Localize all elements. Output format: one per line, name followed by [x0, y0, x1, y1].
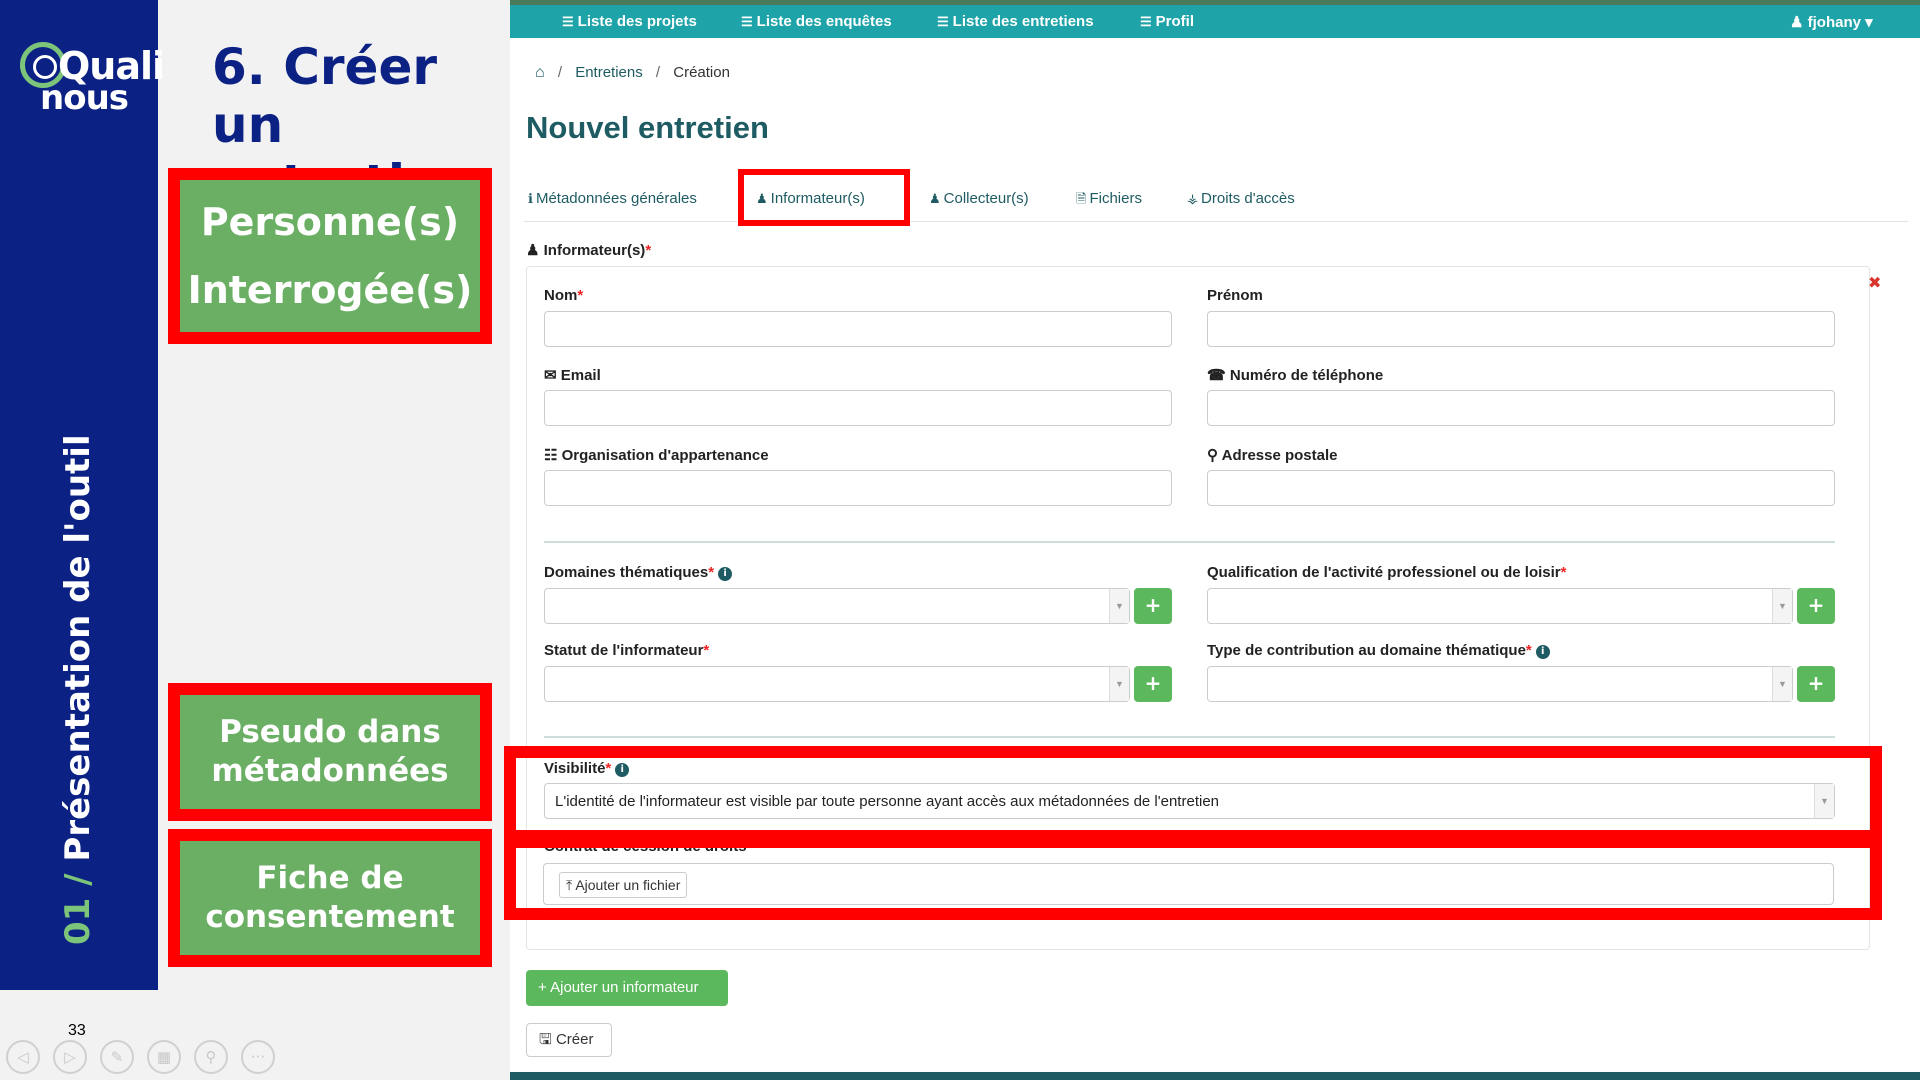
nav-interviews[interactable]: ☰ Liste des entretiens: [937, 13, 1094, 30]
domaines-select[interactable]: ▼: [544, 588, 1130, 624]
highlight-visibility-box: [504, 746, 1882, 842]
plus-icon: +: [538, 979, 551, 996]
dropdown-arrow-icon: ▼: [1772, 589, 1792, 623]
save-icon: 🖫: [539, 1031, 556, 1048]
breadcrumb-entretiens[interactable]: Entretiens: [575, 64, 643, 81]
callout-consent-text: Fiche de consentement: [180, 841, 480, 955]
prenom-input[interactable]: [1207, 311, 1835, 347]
statut-select[interactable]: ▼: [544, 666, 1130, 702]
label-email: ✉ Email: [544, 367, 601, 384]
label-organisation: ☷ Organisation d'appartenance: [544, 447, 769, 464]
slide-page-number: 33: [68, 1022, 86, 1039]
label-domaines: Domaines thématiques* i: [544, 564, 733, 581]
list-icon: ☰: [562, 14, 574, 29]
tab-files[interactable]: 🗎 Fichiers: [1076, 190, 1142, 212]
info-circle-icon[interactable]: i: [718, 567, 733, 581]
nav-projects[interactable]: ☰ Liste des projets: [562, 13, 697, 30]
dropdown-arrow-icon: ▼: [1772, 667, 1792, 701]
section-title: Présentation de l'outil: [58, 434, 98, 862]
label-nom: Nom*: [544, 287, 584, 304]
dropdown-arrow-icon: ▼: [1109, 589, 1129, 623]
add-statut-button[interactable]: +: [1134, 666, 1172, 702]
users-icon: ♟: [929, 191, 941, 206]
home-icon[interactable]: ⌂: [535, 64, 545, 81]
lock-icon: ⚶: [1187, 191, 1199, 206]
form-divider: [544, 541, 1835, 543]
next-icon[interactable]: ▷: [53, 1040, 87, 1074]
add-domaine-button[interactable]: +: [1134, 588, 1172, 624]
caret-down-icon: ▾: [1860, 14, 1873, 31]
phone-icon: ☎: [1207, 367, 1230, 384]
qualinous-logo: Quali nous: [18, 38, 165, 118]
section-vertical-title: 01 / Présentation de l'outil: [58, 434, 98, 945]
label-statut: Statut de l'informateur*: [544, 642, 710, 659]
close-icon[interactable]: ✖: [1868, 273, 1881, 292]
dropdown-arrow-icon: ▼: [1109, 667, 1129, 701]
users-icon: ♟: [526, 242, 544, 259]
create-button[interactable]: 🖫 Créer: [526, 1023, 612, 1057]
add-informer-button[interactable]: + Ajouter un informateur: [526, 970, 728, 1006]
file-icon: 🗎: [1076, 191, 1087, 206]
add-contribution-button[interactable]: +: [1797, 666, 1835, 702]
nav-surveys[interactable]: ☰ Liste des enquêtes: [741, 13, 892, 30]
organisation-input[interactable]: [544, 470, 1172, 506]
label-adresse: ⚲ Adresse postale: [1207, 447, 1338, 464]
list-icon: ☰: [937, 14, 949, 29]
callout-persons: Personne(s) Interrogée(s): [168, 168, 492, 344]
highlight-tab-box: [738, 169, 910, 226]
list-icon: ☰: [741, 14, 753, 29]
user-menu[interactable]: ♟ fjohany ▾: [1790, 13, 1873, 31]
callout-pseudo-text: Pseudo dans métadonnées: [180, 695, 480, 809]
tab-collectors[interactable]: ♟ Collecteur(s): [929, 190, 1029, 207]
nom-input[interactable]: [544, 311, 1172, 347]
envelope-icon: ✉: [544, 367, 561, 384]
email-input[interactable]: [544, 390, 1172, 426]
label-telephone: ☎ Numéro de téléphone: [1207, 367, 1384, 384]
presentation-slide: Quali nous 01 / Présentation de l'outil …: [0, 0, 1920, 1080]
info-icon: ℹ: [528, 191, 533, 206]
logo-text-bottom: nous: [40, 78, 129, 118]
tab-bar: ℹ Métadonnées générales ♟ Informateur(s) ♟…: [524, 184, 1908, 222]
tab-general-metadata[interactable]: ℹ Métadonnées générales: [528, 190, 697, 207]
zoom-icon[interactable]: ⚲: [194, 1040, 228, 1074]
breadcrumb-current: Création: [673, 64, 730, 81]
breadcrumb: ⌂ / Entretiens / Création: [535, 64, 730, 81]
more-icon[interactable]: ···: [241, 1040, 275, 1074]
label-contribution: Type de contribution au domaine thématiq…: [1207, 642, 1550, 659]
section-label: ♟ Informateur(s)*: [526, 242, 652, 259]
label-prenom: Prénom: [1207, 287, 1263, 304]
callout-persons-text: Personne(s) Interrogée(s): [180, 180, 480, 332]
adresse-input[interactable]: [1207, 470, 1835, 506]
section-number: 01 /: [58, 873, 98, 945]
form-divider: [544, 736, 1835, 738]
highlight-contract-box: [504, 836, 1882, 920]
slide-side-band: Quali nous 01 / Présentation de l'outil: [0, 0, 165, 990]
label-qualification: Qualification de l'activité professionel…: [1207, 564, 1567, 581]
list-icon: ☰: [1140, 14, 1152, 29]
bottom-strip: [510, 1072, 1920, 1080]
sitemap-icon: ☷: [544, 447, 562, 464]
callout-pseudo: Pseudo dans métadonnées: [168, 683, 492, 821]
pen-icon[interactable]: ✎: [100, 1040, 134, 1074]
top-navbar: ☰ Liste des projets ☰ Liste des enquêtes ☰…: [510, 0, 1920, 38]
contribution-select[interactable]: ▼: [1207, 666, 1793, 702]
add-qualification-button[interactable]: +: [1797, 588, 1835, 624]
nav-profile[interactable]: ☰ Profil: [1140, 13, 1194, 30]
map-marker-icon: ⚲: [1207, 447, 1222, 464]
callout-consent: Fiche de consentement: [168, 829, 492, 967]
page-title: Nouvel entretien: [526, 110, 769, 145]
slides-icon[interactable]: ▦: [147, 1040, 181, 1074]
user-icon: ♟: [1790, 14, 1808, 31]
prev-icon[interactable]: ◁: [6, 1040, 40, 1074]
info-circle-icon[interactable]: i: [1535, 645, 1550, 659]
qualification-select[interactable]: ▼: [1207, 588, 1793, 624]
tab-access-rights[interactable]: ⚶ Droits d'accès: [1187, 190, 1295, 207]
telephone-input[interactable]: [1207, 390, 1835, 426]
